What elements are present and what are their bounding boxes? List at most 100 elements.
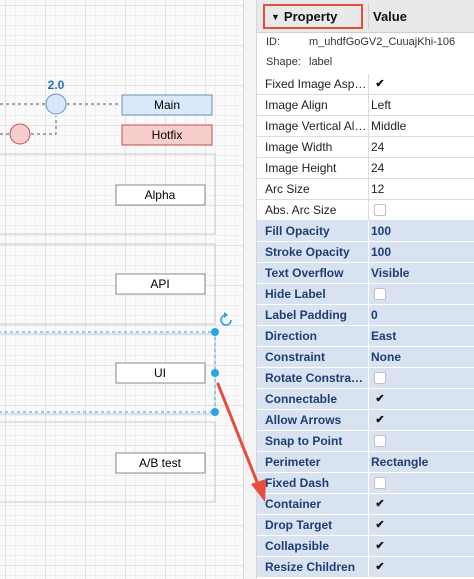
- property-value[interactable]: Left: [371, 95, 391, 115]
- property-row-abs-arc-size[interactable]: Abs. Arc Size: [257, 200, 474, 221]
- branch-main-label: Main: [154, 98, 180, 112]
- value-column-header[interactable]: Value: [373, 4, 407, 29]
- property-row-resize-children[interactable]: Resize Children ✔: [257, 557, 474, 578]
- resize-handle-right[interactable]: [211, 369, 219, 377]
- checkbox-empty[interactable]: [374, 204, 386, 216]
- property-row-text-overflow[interactable]: Text Overflow Visible: [257, 263, 474, 284]
- property-row-image-align[interactable]: Image Align Left: [257, 95, 474, 116]
- canvas-drawing: 2.0 Main Hotfix Alpha API UI A/B test: [0, 78, 232, 503]
- property-name: Abs. Arc Size: [257, 200, 369, 220]
- property-row-stroke-opacity[interactable]: Stroke Opacity 100: [257, 242, 474, 263]
- property-name: Image Align: [257, 95, 369, 115]
- property-name: Label Padding: [257, 305, 369, 325]
- property-value[interactable]: Rectangle: [371, 452, 428, 472]
- property-name: Arc Size: [257, 179, 369, 199]
- property-row-label-padding[interactable]: Label Padding 0: [257, 305, 474, 326]
- rotate-icon[interactable]: [220, 312, 232, 326]
- property-name: Collapsible: [257, 536, 369, 556]
- property-row-image-width[interactable]: Image Width 24: [257, 137, 474, 158]
- property-name: Container: [257, 494, 369, 514]
- checkbox-empty[interactable]: [374, 477, 386, 489]
- checkbox-empty[interactable]: [374, 435, 386, 447]
- id-label: ID:: [266, 36, 281, 48]
- property-name: Rotate Constra…: [257, 368, 369, 388]
- property-row-direction[interactable]: Direction East: [257, 326, 474, 347]
- property-name: Perimeter: [257, 452, 369, 472]
- property-header-label: Property: [283, 9, 338, 24]
- property-row-image-vertical-al[interactable]: Image Vertical Al… Middle: [257, 116, 474, 137]
- property-row-collapsible[interactable]: Collapsible ✔: [257, 536, 474, 557]
- property-row-container[interactable]: Container ✔: [257, 494, 474, 515]
- property-name: Drop Target: [257, 515, 369, 535]
- property-row-allow-arrows[interactable]: Allow Arrows ✔: [257, 410, 474, 431]
- lane-ui-label: UI: [154, 366, 166, 380]
- checkmark-icon[interactable]: ✔: [374, 414, 386, 426]
- property-row-drop-target[interactable]: Drop Target ✔: [257, 515, 474, 536]
- checkbox-empty[interactable]: [374, 372, 386, 384]
- property-row-fixed-dash[interactable]: Fixed Dash: [257, 473, 474, 494]
- checkmark-icon[interactable]: ✔: [374, 540, 386, 552]
- property-value[interactable]: 0: [371, 305, 378, 325]
- property-name: Direction: [257, 326, 369, 346]
- triangle-down-icon: ▼: [271, 12, 280, 22]
- lane-alpha-label: Alpha: [145, 188, 176, 202]
- hotfix-commit-node[interactable]: [9, 123, 31, 145]
- property-column-header[interactable]: ▼ Property: [263, 4, 363, 29]
- property-row-fill-opacity[interactable]: Fill Opacity 100: [257, 221, 474, 242]
- id-value: m_uhdfGoGV2_CuuajKhi-106: [309, 36, 456, 48]
- property-row-hide-label[interactable]: Hide Label: [257, 284, 474, 305]
- property-name: Image Width: [257, 137, 369, 157]
- property-value[interactable]: East: [371, 326, 396, 346]
- property-name: Fixed Image Asp…: [257, 74, 369, 94]
- property-value[interactable]: 100: [371, 242, 391, 262]
- resize-handle-top-right[interactable]: [211, 328, 219, 336]
- property-name: Fill Opacity: [257, 221, 369, 241]
- column-divider: [368, 4, 369, 29]
- property-name: Allow Arrows: [257, 410, 369, 430]
- connector-hotfix-to-version: [31, 116, 57, 135]
- property-name: Image Height: [257, 158, 369, 178]
- version-commit-node[interactable]: [45, 93, 67, 115]
- id-row: ID: m_uhdfGoGV2_CuuajKhi-106: [257, 32, 474, 52]
- property-name: Image Vertical Al…: [257, 116, 369, 136]
- lane-api-label: API: [150, 277, 169, 291]
- shape-row: Shape: label: [257, 52, 474, 72]
- panel-divider[interactable]: [243, 0, 257, 579]
- property-row-arc-size[interactable]: Arc Size 12: [257, 179, 474, 200]
- checkmark-icon[interactable]: ✔: [374, 561, 386, 573]
- property-row-snap-to-point[interactable]: Snap to Point: [257, 431, 474, 452]
- property-row-perimeter[interactable]: Perimeter Rectangle: [257, 452, 474, 473]
- property-value[interactable]: Visible: [371, 263, 409, 283]
- property-value[interactable]: 24: [371, 137, 384, 157]
- shape-label: Shape:: [266, 56, 301, 68]
- property-row-image-height[interactable]: Image Height 24: [257, 158, 474, 179]
- branch-hotfix-label: Hotfix: [152, 128, 183, 142]
- property-name: Snap to Point: [257, 431, 369, 451]
- property-name: Fixed Dash: [257, 473, 369, 493]
- property-name: Stroke Opacity: [257, 242, 369, 262]
- property-name: Resize Children: [257, 557, 369, 577]
- property-row-fixed-image-asp[interactable]: Fixed Image Asp… ✔: [257, 74, 474, 95]
- property-value[interactable]: Middle: [371, 116, 406, 136]
- property-value[interactable]: None: [371, 347, 401, 367]
- checkmark-icon[interactable]: ✔: [374, 78, 386, 90]
- version-label: 2.0: [48, 78, 65, 92]
- checkmark-icon[interactable]: ✔: [374, 498, 386, 510]
- property-row-connectable[interactable]: Connectable ✔: [257, 389, 474, 410]
- properties-panel: ▼ Property Value ID: m_uhdfGoGV2_CuuajKhi…: [257, 0, 474, 579]
- property-value[interactable]: 24: [371, 158, 384, 178]
- resize-handle-bottom-right[interactable]: [211, 408, 219, 416]
- properties-table-header: ▼ Property Value: [257, 0, 474, 33]
- property-value[interactable]: 100: [371, 221, 391, 241]
- checkmark-icon[interactable]: ✔: [374, 519, 386, 531]
- property-row-rotate-constra[interactable]: Rotate Constra…: [257, 368, 474, 389]
- checkmark-icon[interactable]: ✔: [374, 393, 386, 405]
- properties-table: Fixed Image Asp… ✔ Image Align Left Image Ve…: [257, 74, 474, 578]
- property-value[interactable]: 12: [371, 179, 384, 199]
- property-name: Constraint: [257, 347, 369, 367]
- shape-value: label: [309, 56, 333, 68]
- property-row-constraint[interactable]: Constraint None: [257, 347, 474, 368]
- diagram-canvas[interactable]: 2.0 Main Hotfix Alpha API UI A/B test: [0, 0, 243, 579]
- checkbox-empty[interactable]: [374, 288, 386, 300]
- lane-ab-test-label: A/B test: [139, 456, 182, 470]
